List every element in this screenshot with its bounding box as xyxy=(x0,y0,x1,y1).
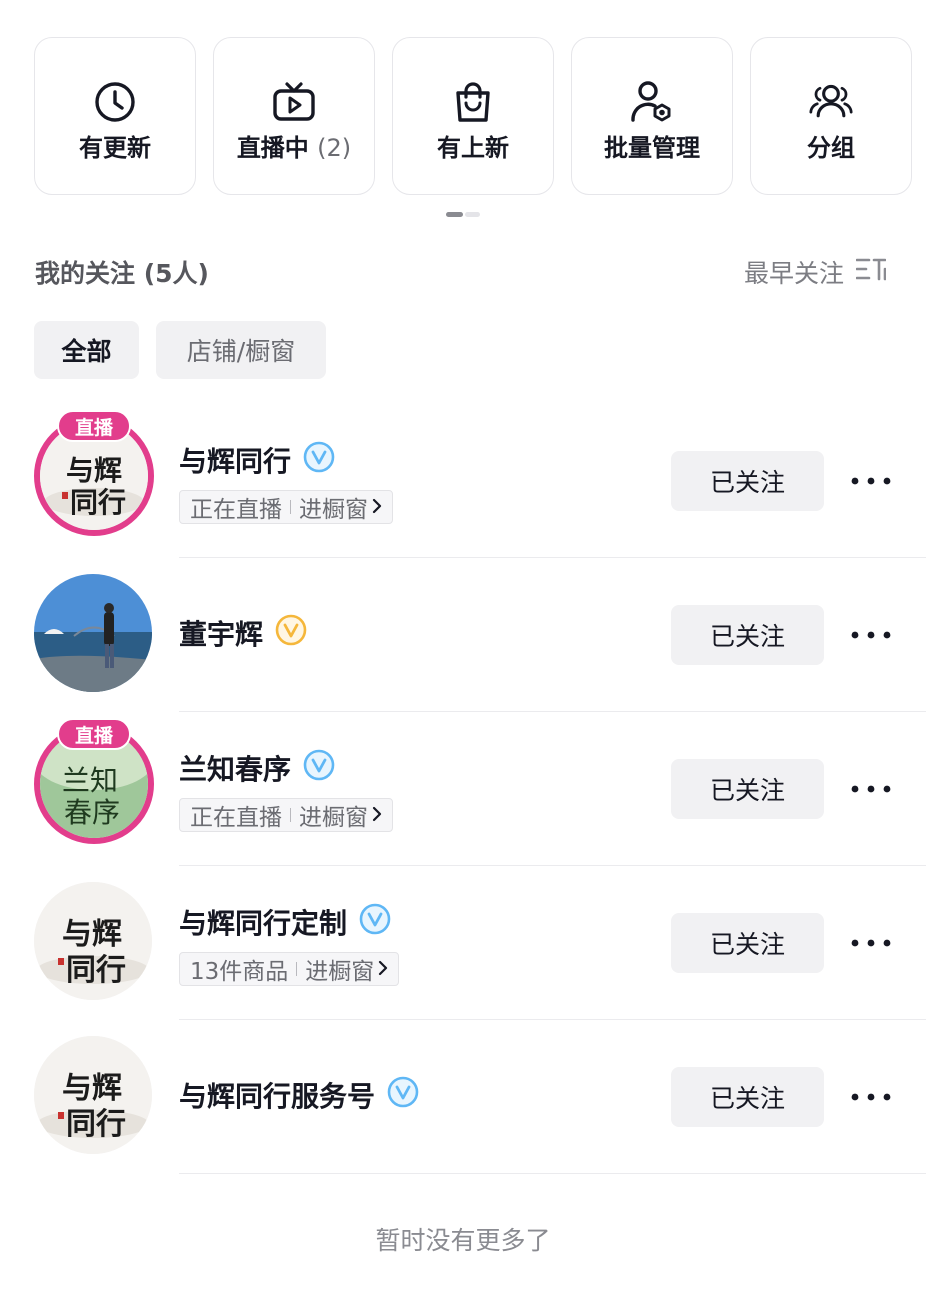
shop-window-link[interactable]: 13件商品 进橱窗 xyxy=(179,952,400,986)
svg-text:春序: 春序 xyxy=(64,796,120,829)
filter-all[interactable]: 全部 xyxy=(34,321,139,379)
follow-name: 与辉同行 xyxy=(179,445,292,478)
quick-action-live[interactable]: 直播中 (2) xyxy=(213,37,375,195)
row-divider xyxy=(179,1173,926,1174)
live-window-link[interactable]: 正在直播 进橱窗 xyxy=(179,798,393,832)
section-title: 我的关注 (5人) xyxy=(35,259,209,288)
follow-name-row[interactable]: 与辉同行定制 xyxy=(179,902,391,942)
page-dot-active xyxy=(446,212,463,217)
more-options-icon[interactable] xyxy=(846,928,896,958)
avatar[interactable]: 与辉 同行 xyxy=(34,882,154,1002)
page-dot xyxy=(465,212,480,217)
svg-text:同行: 同行 xyxy=(66,1107,126,1142)
more-options-icon[interactable] xyxy=(846,1082,896,1112)
verified-icon xyxy=(303,749,335,788)
following-button[interactable]: 已关注 xyxy=(671,451,824,511)
group-icon xyxy=(809,80,853,124)
separator xyxy=(296,962,298,976)
follow-name-row[interactable]: 兰知春序 xyxy=(179,748,335,788)
follow-name-row[interactable]: 董宇辉 xyxy=(179,613,307,653)
following-button[interactable]: 已关注 xyxy=(671,1067,824,1127)
svg-text:与辉: 与辉 xyxy=(66,454,122,487)
verified-icon xyxy=(275,614,307,653)
following-button[interactable]: 已关注 xyxy=(671,913,824,973)
verified-icon xyxy=(387,1076,419,1115)
follow-row[interactable]: 董宇辉 已关注 xyxy=(0,558,926,712)
avatar-image: 与辉 同行 xyxy=(34,882,152,1000)
product-count: 13件商品 xyxy=(190,959,289,985)
follow-row[interactable]: 与辉 同行 直播 与辉同行 正在直播 进橱窗 已关注 xyxy=(0,404,926,558)
window-link-label: 进橱窗 xyxy=(299,497,368,523)
quick-action-new-products[interactable]: 有上新 xyxy=(392,37,554,195)
follow-row[interactable]: 兰知 春序 直播 兰知春序 正在直播 进橱窗 已关注 xyxy=(0,712,926,866)
follow-row[interactable]: 与辉 同行 与辉同行服务号 已关注 xyxy=(0,1020,926,1174)
separator xyxy=(290,500,291,514)
live-window-link[interactable]: 正在直播 进橱窗 xyxy=(179,490,393,524)
page-indicator xyxy=(446,212,480,217)
svg-text:与辉: 与辉 xyxy=(62,917,122,952)
quick-actions: 有更新 直播中 (2) 有上新 批量管理 分组 xyxy=(34,37,912,195)
avatar[interactable] xyxy=(34,574,154,694)
clock-icon xyxy=(93,80,137,124)
sort-selector[interactable]: 最早关注 xyxy=(743,254,887,290)
filter-shop-window[interactable]: 店铺/橱窗 xyxy=(156,321,326,379)
quick-action-batch-manage[interactable]: 批量管理 xyxy=(571,37,733,195)
quick-action-label: 直播中 (2) xyxy=(236,134,352,162)
quick-action-updates[interactable]: 有更新 xyxy=(34,37,196,195)
separator xyxy=(290,808,291,822)
chevron-right-icon xyxy=(372,494,382,520)
svg-text:同行: 同行 xyxy=(66,953,126,988)
sort-label: 最早关注 xyxy=(743,259,844,288)
chevron-right-icon xyxy=(372,802,382,828)
live-status: 正在直播 xyxy=(190,497,282,523)
follow-name: 与辉同行定制 xyxy=(179,907,348,940)
svg-text:与辉: 与辉 xyxy=(62,1071,122,1106)
following-button[interactable]: 已关注 xyxy=(671,605,824,665)
follow-name-row[interactable]: 与辉同行 xyxy=(179,440,335,480)
verified-icon xyxy=(303,441,335,480)
verified-icon xyxy=(359,903,391,942)
avatar-image: 与辉 同行 xyxy=(34,1036,152,1154)
following-button[interactable]: 已关注 xyxy=(671,759,824,819)
avatar[interactable]: 与辉 同行 xyxy=(34,1036,154,1156)
follow-name: 兰知春序 xyxy=(179,753,292,786)
more-options-icon[interactable] xyxy=(846,620,896,650)
more-options-icon[interactable] xyxy=(846,466,896,496)
end-of-list-text: 暂时没有更多了 xyxy=(375,1226,551,1255)
follow-row[interactable]: 与辉 同行 与辉同行定制 13件商品 进橱窗 已关注 xyxy=(0,866,926,1020)
shopping-bag-icon xyxy=(451,80,495,124)
chevron-right-icon xyxy=(378,956,388,982)
avatar[interactable]: 与辉 同行 直播 xyxy=(34,410,154,536)
avatar-image xyxy=(34,574,152,692)
svg-text:同行: 同行 xyxy=(70,486,126,519)
follow-name: 董宇辉 xyxy=(179,618,264,651)
tv-icon xyxy=(272,80,316,124)
quick-action-label: 批量管理 xyxy=(604,134,700,162)
quick-action-label: 有更新 xyxy=(79,134,151,162)
quick-action-label: 分组 xyxy=(807,134,855,162)
more-options-icon[interactable] xyxy=(846,774,896,804)
quick-action-label: 有上新 xyxy=(437,134,509,162)
live-badge: 直播 xyxy=(57,718,131,750)
window-link-label: 进橱窗 xyxy=(305,959,375,985)
follow-name: 与辉同行服务号 xyxy=(179,1080,376,1113)
live-status: 正在直播 xyxy=(190,805,282,831)
follow-name-row[interactable]: 与辉同行服务号 xyxy=(179,1075,419,1115)
user-gear-icon xyxy=(630,80,674,124)
sort-icon xyxy=(855,256,887,288)
svg-text:兰知: 兰知 xyxy=(62,764,118,797)
window-link-label: 进橱窗 xyxy=(299,805,368,831)
live-badge: 直播 xyxy=(57,410,131,442)
quick-action-groups[interactable]: 分组 xyxy=(750,37,912,195)
avatar[interactable]: 兰知 春序 直播 xyxy=(34,718,154,844)
